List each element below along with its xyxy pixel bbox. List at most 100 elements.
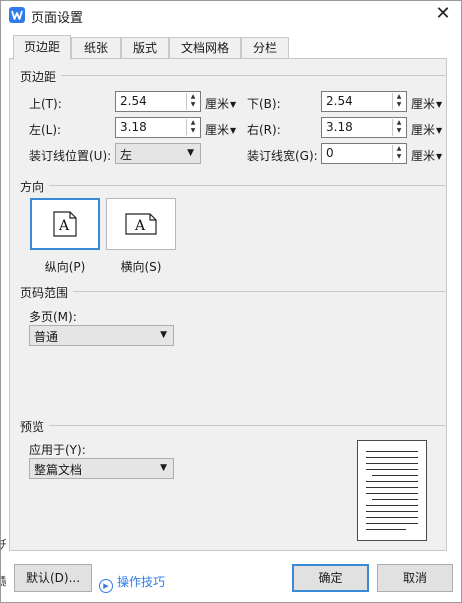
gutter-width-input[interactable]: 0 ▲ ▼ (321, 143, 407, 164)
pages-divider (73, 291, 445, 292)
apply-to-value: 整篇文档 (34, 463, 83, 477)
right-margin-unit[interactable]: 厘米▼ (411, 121, 442, 138)
tab-columns[interactable]: 分栏 (241, 37, 289, 59)
cancel-button[interactable]: 取消 (377, 564, 453, 592)
bottom-margin-value: 2.54 (326, 94, 353, 108)
tab-layout[interactable]: 版式 (121, 37, 169, 59)
orientation-divider (49, 185, 445, 186)
chevron-down-icon: ▼ (230, 126, 237, 135)
chevron-down-icon: ▼ (436, 152, 443, 161)
play-icon: ▶ (99, 579, 113, 593)
tab-label: 文档网格 (180, 41, 229, 55)
landscape-page-icon: A (125, 213, 157, 235)
unit-label: 厘米 (205, 123, 230, 137)
right-margin-stepper[interactable]: ▲ ▼ (392, 119, 405, 136)
orientation-section-title: 方向 (20, 178, 49, 195)
tab-label: 分栏 (252, 41, 277, 55)
chevron-down-icon: ▼ (187, 148, 194, 158)
tab-label: 纸张 (83, 41, 108, 55)
left-margin-stepper[interactable]: ▲ ▼ (186, 119, 199, 136)
page-setup-dialog: 页面设置 ✕ 页边距 纸张 版式 文档网格 分栏 页边距 上(T): 2.54 … (0, 0, 462, 603)
preview-text-line (366, 517, 418, 518)
portrait-label: 纵向(P) (44, 260, 86, 274)
bottom-margin-stepper[interactable]: ▲ ▼ (392, 93, 405, 110)
landscape-glyph: A (134, 218, 146, 234)
page-preview (357, 440, 427, 541)
left-margin-value: 3.18 (120, 120, 147, 134)
gutter-width-value: 0 (326, 146, 334, 160)
unit-label: 厘米 (411, 123, 436, 137)
landscape-option[interactable]: A (106, 198, 176, 250)
tips-link[interactable]: ▶ 操作技巧 (99, 573, 165, 593)
preview-text-line (366, 481, 418, 482)
left-margin-input[interactable]: 3.18 ▲ ▼ (115, 117, 201, 138)
preview-text-line (366, 529, 406, 530)
multi-page-label: 多页(M): (29, 310, 77, 324)
multi-page-value: 普通 (34, 330, 59, 344)
unit-label: 厘米 (205, 97, 230, 111)
left-margin-label: 左(L): (29, 123, 62, 137)
portrait-page-icon: A (53, 211, 77, 237)
landscape-label: 横向(S) (120, 260, 162, 274)
gutter-width-unit[interactable]: 厘米▼ (411, 147, 442, 164)
preview-text-line (372, 475, 418, 476)
top-margin-input[interactable]: 2.54 ▲ ▼ (115, 91, 201, 112)
bottom-margin-input[interactable]: 2.54 ▲ ▼ (321, 91, 407, 112)
margins-section-title: 页边距 (20, 68, 61, 85)
preview-text-line (366, 451, 418, 452)
preview-section-title: 预览 (20, 418, 49, 435)
pages-section-title: 页码范围 (20, 284, 73, 301)
chevron-down-icon: ▼ (160, 330, 167, 340)
top-margin-label: 上(T): (29, 97, 62, 111)
background-text-fragment: 慧 (0, 575, 6, 588)
gutter-position-select[interactable]: 左 ▼ (115, 143, 201, 164)
preview-text-line (366, 463, 418, 464)
top-margin-unit[interactable]: 厘米▼ (205, 95, 236, 112)
tab-label: 版式 (132, 41, 157, 55)
chevron-down-icon: ▼ (160, 463, 167, 473)
chevron-down-icon: ▼ (436, 126, 443, 135)
wps-writer-icon (9, 7, 25, 23)
preview-text-line (366, 487, 418, 488)
gutter-width-label: 装订线宽(G): (247, 149, 318, 163)
preview-divider (49, 425, 445, 426)
right-margin-value: 3.18 (326, 120, 353, 134)
dialog-title: 页面设置 (31, 11, 84, 26)
preview-text-line (366, 493, 418, 494)
tips-label: 操作技巧 (117, 575, 166, 589)
preview-text-line (372, 499, 418, 500)
portrait-option[interactable]: A (30, 198, 100, 250)
right-margin-label: 右(R): (247, 123, 281, 137)
margins-divider (61, 75, 445, 76)
gutter-width-stepper[interactable]: ▲ ▼ (392, 145, 405, 162)
left-margin-unit[interactable]: 厘米▼ (205, 121, 236, 138)
preview-text-line (366, 511, 418, 512)
unit-label: 厘米 (411, 149, 436, 163)
chevron-down-icon: ▼ (436, 100, 443, 109)
ok-button[interactable]: 确定 (292, 564, 369, 592)
tab-margins[interactable]: 页边距 (13, 35, 71, 60)
multi-page-select[interactable]: 普通 ▼ (29, 325, 174, 346)
background-text-fragment: 升 (0, 538, 6, 551)
bottom-margin-unit[interactable]: 厘米▼ (411, 95, 442, 112)
preview-text-line (366, 523, 418, 524)
close-icon[interactable]: ✕ (431, 3, 455, 27)
title-bar[interactable]: 页面设置 ✕ (1, 1, 461, 29)
apply-to-select[interactable]: 整篇文档 ▼ (29, 458, 174, 479)
preview-text-line (366, 457, 418, 458)
bottom-margin-label: 下(B): (247, 97, 281, 111)
preview-text-line (366, 505, 418, 506)
gutter-position-label: 装订线位置(U): (29, 149, 112, 163)
chevron-down-icon: ▼ (230, 100, 237, 109)
right-margin-input[interactable]: 3.18 ▲ ▼ (321, 117, 407, 138)
tab-label: 页边距 (23, 40, 60, 54)
tab-doc-grid[interactable]: 文档网格 (169, 37, 241, 59)
gutter-position-value: 左 (120, 148, 133, 162)
top-margin-stepper[interactable]: ▲ ▼ (186, 93, 199, 110)
default-button[interactable]: 默认(D)... (14, 564, 92, 592)
tab-paper[interactable]: 纸张 (71, 37, 121, 59)
portrait-glyph: A (58, 218, 70, 234)
preview-text-line (366, 469, 418, 470)
top-margin-value: 2.54 (120, 94, 147, 108)
apply-to-label: 应用于(Y): (29, 443, 86, 457)
